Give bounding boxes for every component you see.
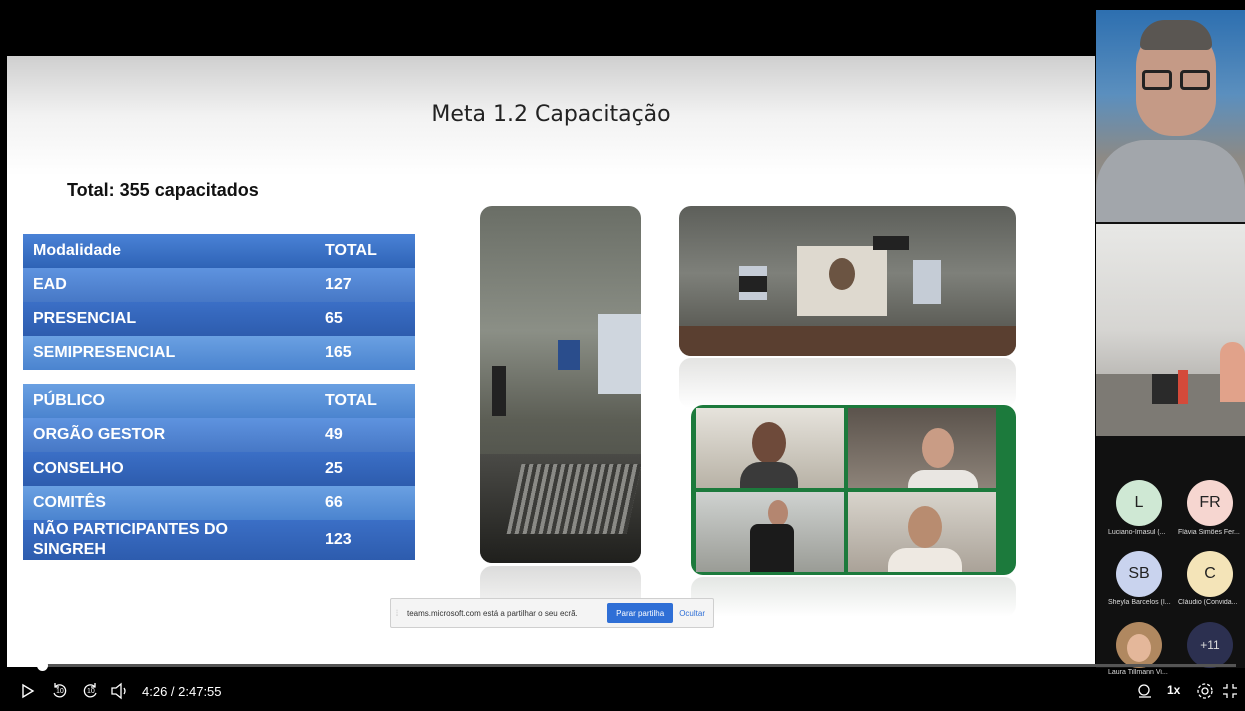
- more-participants-button[interactable]: +11: [1187, 622, 1233, 668]
- rewind-10-icon[interactable]: 10: [50, 680, 70, 702]
- participant-video-tile: [1096, 10, 1245, 222]
- photo-reflection: [691, 577, 1016, 617]
- seek-handle[interactable]: [37, 660, 48, 671]
- audience-table: PÚBLICO TOTAL ORGÃO GESTOR 49 CONSELHO 2…: [23, 384, 415, 560]
- slide-total-label: Total: 355 capacitados: [67, 180, 259, 200]
- table-cell: 127: [325, 276, 352, 293]
- participant-name: Flávia Simões Fer...: [1178, 529, 1240, 536]
- call-participant-tile: [696, 492, 844, 572]
- table-cell: 165: [325, 344, 352, 361]
- forward-10-icon[interactable]: 10: [80, 680, 100, 702]
- avatar-initials: C: [1204, 565, 1216, 582]
- forward-seconds: 10: [87, 688, 95, 695]
- presentation-slide: Meta 1.2 Capacitação Total: 355 capacita…: [7, 56, 1095, 667]
- more-count: +11: [1200, 638, 1220, 652]
- conference-room-photo: [480, 206, 641, 563]
- participant-name: Luciano-Imasul (...: [1108, 529, 1166, 536]
- table-cell: NÃO PARTICIPANTES DO SINGREH: [33, 521, 228, 558]
- slide-title: Meta 1.2 Capacitação: [431, 102, 671, 127]
- table-cell: SEMIPRESENCIAL: [33, 344, 176, 361]
- participant-avatar[interactable]: SB: [1116, 551, 1162, 597]
- stop-sharing-button[interactable]: Parar partilha: [607, 603, 674, 623]
- table-row: ORGÃO GESTOR 49: [23, 418, 415, 452]
- table-row: NÃO PARTICIPANTES DO SINGREH 123: [23, 520, 415, 560]
- video-call-photo: [691, 405, 1016, 575]
- play-icon[interactable]: [20, 680, 36, 702]
- table-cell: 65: [325, 310, 343, 327]
- table-header-cell: TOTAL: [325, 242, 377, 259]
- table-row: PRESENCIAL 65: [23, 302, 415, 336]
- participant-avatar[interactable]: FR: [1187, 480, 1233, 526]
- participant-avatar[interactable]: [1116, 622, 1162, 668]
- call-participant-tile: [848, 408, 996, 488]
- table-cell: PRESENCIAL: [33, 310, 137, 327]
- call-participant-tile: [696, 408, 844, 488]
- rewind-seconds: 10: [56, 688, 64, 695]
- participant-name: Cláudio (Convida...: [1178, 599, 1238, 606]
- table-cell: 123: [325, 531, 352, 548]
- share-message: teams.microsoft.com está a partilhar o s…: [407, 608, 578, 618]
- participant-avatar[interactable]: C: [1187, 551, 1233, 597]
- participant-avatar[interactable]: L: [1116, 480, 1162, 526]
- volume-icon[interactable]: [110, 680, 130, 702]
- table-cell: ORGÃO GESTOR: [33, 426, 166, 443]
- hide-button[interactable]: Ocultar: [679, 609, 705, 618]
- call-participant-tile: [848, 492, 996, 572]
- table-header-cell: Modalidade: [33, 242, 122, 259]
- table-cell: 66: [325, 494, 343, 511]
- screen-share-bar: ⦙ teams.microsoft.com está a partilhar o…: [390, 598, 714, 628]
- player-controls: 10 10 4:26 / 2:47:55 1x: [0, 672, 1245, 711]
- table-row: SEMIPRESENCIAL 165: [23, 336, 415, 370]
- photo-reflection: [679, 358, 1016, 408]
- seek-bar[interactable]: [10, 660, 1236, 671]
- participant-name: Sheyla Barcelos (I...: [1108, 599, 1171, 606]
- table-cell: COMITÊS: [33, 494, 106, 511]
- table-header-cell: PÚBLICO: [33, 392, 105, 409]
- time-display: 4:26 / 2:47:55: [142, 684, 222, 699]
- playback-speed-button[interactable]: 1x: [1167, 683, 1180, 697]
- table-cell: EAD: [33, 276, 67, 293]
- captions-icon[interactable]: [1136, 680, 1154, 702]
- drag-handle-icon[interactable]: ⦙: [391, 608, 403, 619]
- table-header-cell: TOTAL: [325, 392, 377, 409]
- participants-panel: L Luciano-Imasul (... FR Flávia Simões F…: [1096, 10, 1245, 676]
- avatar-initials: L: [1134, 494, 1144, 511]
- table-cell: 49: [325, 426, 343, 443]
- settings-gear-icon[interactable]: [1196, 680, 1214, 702]
- table-row: COMITÊS 66: [23, 486, 415, 520]
- avatar-initials: FR: [1199, 494, 1221, 511]
- video-player: Meta 1.2 Capacitação Total: 355 capacita…: [0, 0, 1245, 711]
- table-row: CONSELHO 25: [23, 452, 415, 486]
- table-cell: 25: [325, 460, 343, 477]
- table-header-row: PÚBLICO TOTAL: [23, 384, 415, 418]
- table-header-row: Modalidade TOTAL: [23, 234, 415, 268]
- modality-table: Modalidade TOTAL EAD 127 PRESENCIAL 65 S…: [23, 234, 415, 370]
- exit-fullscreen-icon[interactable]: [1222, 680, 1238, 702]
- table-row: EAD 127: [23, 268, 415, 302]
- table-cell: CONSELHO: [33, 460, 124, 477]
- avatar-initials: SB: [1128, 565, 1150, 582]
- auditorium-photo: [679, 206, 1016, 356]
- participant-video-tile: [1096, 224, 1245, 436]
